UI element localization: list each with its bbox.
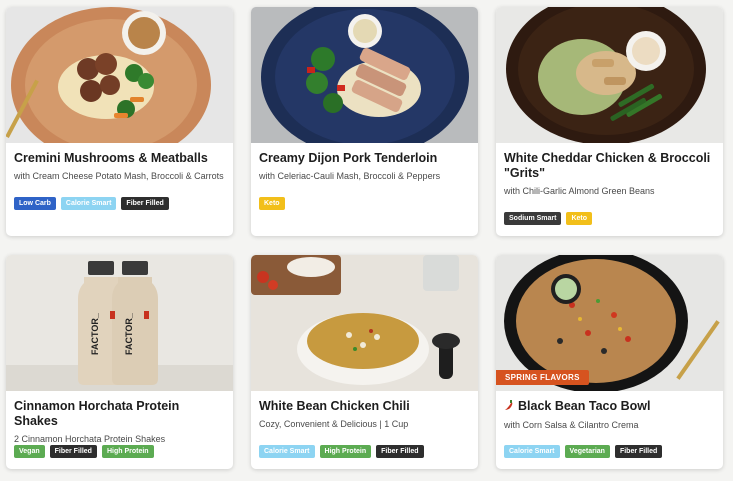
meal-card-black-bean-taco-bowl[interactable]: SPRING FLAVORS Black Bean Taco Bowl with…	[496, 255, 723, 469]
meal-card-white-cheddar-chicken[interactable]: White Cheddar Chicken & Broccoli "Grits"…	[496, 7, 723, 236]
tag-low-carb: Low Carb	[14, 197, 56, 210]
meal-card-creamy-dijon-pork[interactable]: Creamy Dijon Pork Tenderloin with Celeri…	[251, 7, 478, 236]
meal-subtitle: Cozy, Convenient & Delicious | 1 Cup	[259, 419, 409, 429]
meal-photo	[251, 7, 478, 143]
tag-list: Sodium Smart Keto	[504, 212, 593, 225]
tag-list: Calorie Smart High Protein Fiber Filled	[259, 445, 424, 458]
tag-sodium-smart: Sodium Smart	[504, 212, 562, 225]
meal-title[interactable]: White Cheddar Chicken & Broccoli "Grits"	[504, 151, 715, 181]
tag-list: Keto	[259, 197, 285, 210]
meal-title-text: Black Bean Taco Bowl	[518, 399, 651, 413]
tag-keto: Keto	[566, 212, 593, 225]
tag-fiber-filled: Fiber Filled	[376, 445, 424, 458]
tag-high-protein: High Protein	[101, 445, 154, 458]
meal-photo: FACTOR_ FACTOR_	[6, 255, 233, 391]
tag-list: Calorie Smart Vegetarian Fiber Filled	[504, 445, 663, 458]
meal-photo	[251, 255, 478, 391]
tag-vegetarian: Vegetarian	[564, 445, 610, 458]
meal-card-white-bean-chicken-chili[interactable]: White Bean Chicken Chili Cozy, Convenien…	[251, 255, 478, 469]
tag-calorie-smart: Calorie Smart	[60, 197, 117, 210]
tag-fiber-filled: Fiber Filled	[49, 445, 97, 458]
meal-photo: SPRING FLAVORS	[496, 255, 723, 391]
tag-keto: Keto	[259, 197, 285, 210]
meal-subtitle: with Corn Salsa & Cilantro Crema	[504, 420, 639, 430]
meal-title[interactable]: Black Bean Taco Bowl	[504, 399, 715, 415]
meal-title[interactable]: Cinnamon Horchata Protein Shakes	[14, 399, 225, 429]
tag-calorie-smart: Calorie Smart	[259, 445, 315, 458]
tag-calorie-smart: Calorie Smart	[504, 445, 560, 458]
tag-high-protein: High Protein	[319, 445, 372, 458]
meal-title[interactable]: Creamy Dijon Pork Tenderloin	[259, 151, 470, 166]
tag-vegan: Vegan	[14, 445, 45, 458]
meal-subtitle: with Celeriac-Cauli Mash, Broccoli & Pep…	[259, 171, 441, 181]
bottle-brand-text: FACTOR_	[90, 312, 100, 355]
meal-card-cinnamon-horchata-shakes[interactable]: FACTOR_ FACTOR_ Cinnamon Horchata Protei…	[6, 255, 233, 469]
meal-subtitle: with Cream Cheese Potato Mash, Broccoli …	[14, 171, 224, 181]
meal-card-cremini-mushrooms-meatballs[interactable]: Cremini Mushrooms & Meatballs with Cream…	[6, 7, 233, 236]
meal-title[interactable]: Cremini Mushrooms & Meatballs	[14, 151, 225, 166]
meal-photo	[496, 7, 723, 143]
meal-photo	[6, 7, 233, 143]
chili-pepper-icon	[504, 400, 514, 415]
meal-subtitle: with Chili-Garlic Almond Green Beans	[504, 186, 655, 196]
spring-flavors-badge: SPRING FLAVORS	[496, 370, 589, 385]
meal-subtitle: 2 Cinnamon Horchata Protein Shakes	[14, 434, 166, 444]
bottle-brand-text: FACTOR_	[124, 312, 134, 355]
tag-list: Low Carb Calorie Smart Fiber Filled	[14, 197, 169, 210]
meal-title[interactable]: White Bean Chicken Chili	[259, 399, 470, 414]
tag-list: Vegan Fiber Filled High Protein	[14, 445, 154, 458]
tag-fiber-filled: Fiber Filled	[121, 197, 169, 210]
tag-fiber-filled: Fiber Filled	[614, 445, 663, 458]
